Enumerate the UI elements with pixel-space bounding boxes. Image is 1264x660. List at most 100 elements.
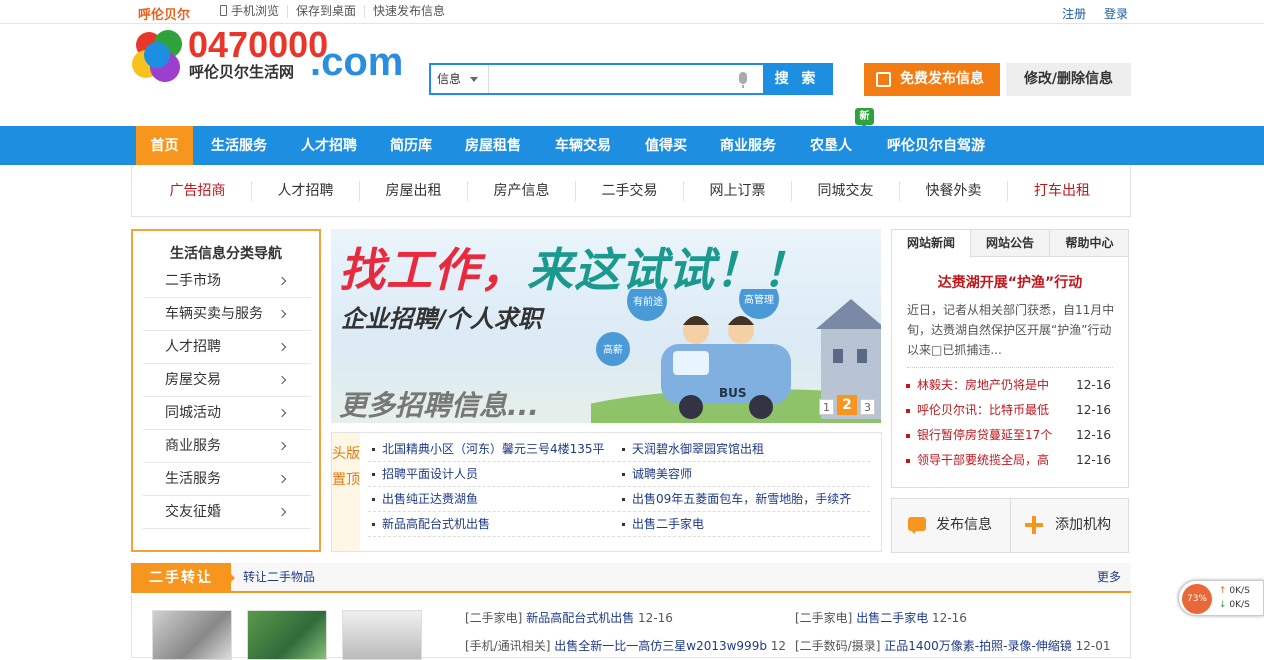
pager-page-1[interactable]: 1: [819, 399, 834, 415]
category-item[interactable]: 交友征婚: [143, 496, 311, 529]
listing-item[interactable]: [二手家电] 新品高配台式机出售 12-16: [465, 609, 785, 626]
category-item-label: 生活服务: [165, 471, 221, 487]
top-news-item[interactable]: 出售09年五菱面包车，新雪地胎，手续齐: [618, 487, 870, 512]
listing-item[interactable]: [二手数码/摄录] 正品1400万像素-拍照-录像-伸缩镜 12-01: [795, 637, 1125, 654]
listing-category: [手机/通讯相关]: [465, 639, 551, 653]
news-list-item[interactable]: 呼伦贝尔讯：比特币最低 12-16: [906, 398, 1116, 423]
nav-item-housing[interactable]: 房屋租售: [452, 126, 534, 165]
publish-info-button[interactable]: 发布信息: [892, 499, 1010, 552]
category-item[interactable]: 人才招聘: [143, 331, 311, 364]
add-organization-label: 添加机构: [1055, 517, 1111, 533]
news-divider: [907, 367, 1113, 368]
pager-page-3[interactable]: 3: [860, 399, 875, 415]
subnav-item[interactable]: 网上订票: [684, 181, 792, 201]
news-list-item[interactable]: 银行暂停房贷蔓延至17个 12-16: [906, 423, 1116, 448]
network-speed-widget[interactable]: 73% ↑ 0K/S ↓ 0K/S: [1178, 580, 1264, 616]
news-item-date: 12-16: [1076, 453, 1111, 467]
search-category-select[interactable]: 信息: [431, 65, 489, 93]
tab-help-center[interactable]: 帮助中心: [1050, 230, 1129, 257]
mobile-browse-link[interactable]: 手机浏览: [214, 5, 287, 18]
subnav-item[interactable]: 打车出租: [1008, 181, 1116, 201]
listing-category: [二手家电]: [795, 611, 853, 625]
logo-domain: .com: [310, 40, 404, 84]
top-news-item[interactable]: 天润碧水御翠园宾馆出租: [618, 437, 870, 462]
news-item-title: 银行暂停房贷蔓延至17个: [917, 428, 1053, 442]
microphone-icon[interactable]: [739, 72, 747, 88]
subnav-item[interactable]: 同城交友: [792, 181, 900, 201]
top-news-item[interactable]: 出售二手家电: [618, 512, 870, 537]
category-nav-title: 生活信息分类导航: [170, 246, 282, 262]
category-item[interactable]: 同城活动: [143, 397, 311, 430]
more-link[interactable]: 更多: [1097, 563, 1121, 591]
subnav-item[interactable]: 广告招商: [144, 181, 252, 201]
category-item[interactable]: 商业服务: [143, 430, 311, 463]
upload-speed-value: 0K/S: [1229, 586, 1250, 596]
top-news-item[interactable]: 诚聘美容师: [618, 462, 870, 487]
search-input[interactable]: [491, 67, 741, 91]
phone-icon: [220, 5, 227, 16]
top-news-item[interactable]: 出售纯正达赉湖鱼: [368, 487, 620, 512]
nav-item-life-services[interactable]: 生活服务: [198, 126, 280, 165]
listing-title: 新品高配台式机出售: [526, 611, 635, 625]
speed-percent: 73%: [1182, 584, 1212, 614]
subnav-item[interactable]: 快餐外卖: [900, 181, 1008, 201]
category-item[interactable]: 生活服务: [143, 463, 311, 496]
top-news-item[interactable]: 北国精典小区（河东）馨元三号4楼135平: [368, 437, 620, 462]
subnav-item[interactable]: 人才招聘: [252, 181, 360, 201]
publish-info-label: 发布信息: [936, 517, 992, 533]
nav-item-vehicles[interactable]: 车辆交易: [542, 126, 624, 165]
recruitment-banner[interactable]: 找工作，来这试试！！ 企业招聘/个人求职 BUS 有前途 高薪 高管理 更多招聘…: [331, 229, 881, 423]
listing-item[interactable]: [二手家电] 出售二手家电 12-16: [795, 609, 1125, 626]
chevron-right-icon: [277, 474, 287, 484]
edit-delete-button[interactable]: 修改/删除信息: [1006, 63, 1131, 96]
nav-item-resume[interactable]: 简历库: [378, 126, 444, 165]
bubble-label: 高薪: [603, 343, 623, 356]
quick-publish-link[interactable]: 快速发布信息: [364, 5, 453, 18]
category-item-label: 车辆买卖与服务: [165, 306, 263, 322]
news-list-item[interactable]: 林毅夫：房地产仍将是中 12-16: [906, 373, 1116, 398]
category-item-label: 同城活动: [165, 405, 221, 421]
nav-item-self-drive[interactable]: 呼伦贝尔自驾游: [873, 126, 999, 165]
bus-label: BUS: [719, 386, 747, 400]
listing-item[interactable]: [手机/通讯相关] 出售全新一比一高仿三星w2013w999b 12-0: [465, 637, 785, 654]
second-hand-section: [二手家电] 新品高配台式机出售 12-16 [二手家电] 出售二手家电 12-…: [131, 595, 1131, 660]
register-link[interactable]: 注册: [1062, 7, 1086, 21]
site-logo[interactable]: 0470000 呼伦贝尔生活网 .com: [132, 24, 404, 84]
tab-announcements[interactable]: 网站公告: [971, 230, 1050, 257]
chevron-right-icon: [277, 309, 287, 319]
subnav-item[interactable]: 房屋出租: [360, 181, 468, 201]
add-organization-button[interactable]: 添加机构: [1010, 499, 1128, 552]
top-bar: 呼伦贝尔 手机浏览 保存到桌面 快速发布信息 注册 登录: [0, 0, 1264, 24]
category-item[interactable]: 房屋交易: [143, 364, 311, 397]
news-headline[interactable]: 达赉湖开展“护渔”行动: [892, 272, 1128, 292]
plus-icon: [1025, 516, 1043, 534]
city-name[interactable]: 呼伦贝尔: [138, 4, 190, 23]
product-thumbnail[interactable]: [342, 610, 422, 660]
nav-item-farm[interactable]: 农垦人: [797, 126, 865, 165]
product-thumbnail[interactable]: [152, 610, 232, 660]
nav-item-business[interactable]: 商业服务: [707, 126, 789, 165]
save-to-desktop-link[interactable]: 保存到桌面: [287, 5, 364, 18]
category-item[interactable]: 二手市场: [143, 265, 311, 298]
free-publish-button[interactable]: 免费发布信息: [864, 63, 1000, 96]
chevron-right-icon: [277, 441, 287, 451]
news-tabs: 网站新闻 网站公告 帮助中心: [892, 230, 1129, 258]
second-hand-description[interactable]: 转让二手物品: [243, 563, 315, 591]
nav-item-deals[interactable]: 值得买: [632, 126, 700, 165]
second-hand-header: 二手转让 转让二手物品 更多: [131, 563, 1131, 593]
category-item[interactable]: 车辆买卖与服务: [143, 298, 311, 331]
search-button[interactable]: 搜 索: [763, 65, 831, 93]
top-news-item[interactable]: 招聘平面设计人员: [368, 462, 620, 487]
top-news-item[interactable]: 新品高配台式机出售: [368, 512, 620, 537]
listing-date: 12-01: [1075, 639, 1111, 653]
subnav-item[interactable]: 房产信息: [468, 181, 576, 201]
product-thumbnail[interactable]: [247, 610, 327, 660]
pager-page-2[interactable]: 2: [837, 395, 857, 415]
login-link[interactable]: 登录: [1104, 7, 1128, 21]
news-item-title: 领导干部要统揽全局，高: [917, 453, 1050, 467]
tab-site-news[interactable]: 网站新闻: [892, 230, 971, 258]
news-list-item[interactable]: 领导干部要统揽全局，高 12-16: [906, 448, 1116, 473]
nav-item-home[interactable]: 首页: [136, 126, 193, 165]
subnav-item[interactable]: 二手交易: [576, 181, 684, 201]
nav-item-recruitment[interactable]: 人才招聘: [288, 126, 370, 165]
